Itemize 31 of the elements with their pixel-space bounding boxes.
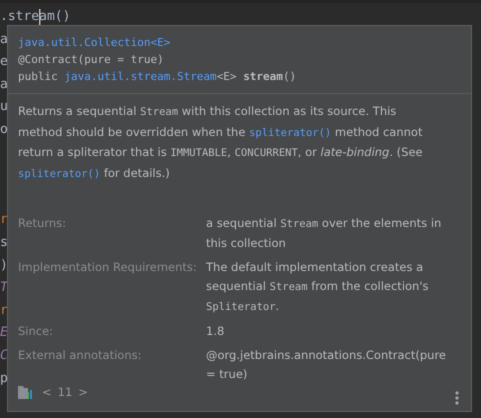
link[interactable]: spliterator() — [249, 126, 332, 138]
code-fragment: e — [0, 54, 8, 70]
code-fragment: r — [0, 302, 8, 318]
section-value: a sequential Stream over the elements in this collection — [206, 215, 442, 252]
previous-button[interactable]: < — [40, 385, 54, 399]
code-fragment: a — [0, 32, 8, 47]
description-text: Returns a sequential Stream with this collection as its source. This method should be overridden when the spliterator() method cannot return a spliterator that is IMMUTABLE, CONCURRENT, or late-binding. (See spliterator() for details.) — [17, 103, 424, 182]
code-fragment: a — [0, 76, 8, 92]
version-number: 11 — [58, 385, 72, 399]
signature-line: java.util.Collection<E> — [18, 35, 172, 51]
more-options-icon[interactable] — [455, 391, 459, 405]
library-icon — [18, 385, 34, 399]
next-button[interactable]: > — [76, 385, 90, 399]
code-fragment: ) — [0, 258, 8, 273]
code-fragment: C — [0, 348, 8, 363]
signature-line: @Contract(pure = true) — [18, 52, 165, 68]
section-label: External annotations: — [18, 347, 142, 364]
section-label: Since: — [18, 323, 54, 340]
code-fragment: r — [0, 212, 8, 228]
section-value: 1.8 — [206, 323, 226, 340]
code-fragment: u — [0, 99, 8, 114]
code-fragment: E — [0, 325, 8, 340]
code-fragment: p — [0, 370, 8, 386]
section-value: @org.jetbrains.annotations.Contract(pure = true) — [206, 347, 447, 383]
section-value: The default implementation creates a sequential Stream from the collection's Spliterator. — [206, 259, 430, 315]
link[interactable]: spliterator() — [18, 168, 100, 180]
signature-line: public java.util.stream.Stream<E> stream() — [18, 69, 298, 85]
code-fragment: o — [0, 122, 8, 137]
section-label: Returns: — [18, 215, 68, 232]
code-fragment: s — [0, 234, 8, 250]
section-label: Implementation Requirements: — [18, 259, 198, 276]
